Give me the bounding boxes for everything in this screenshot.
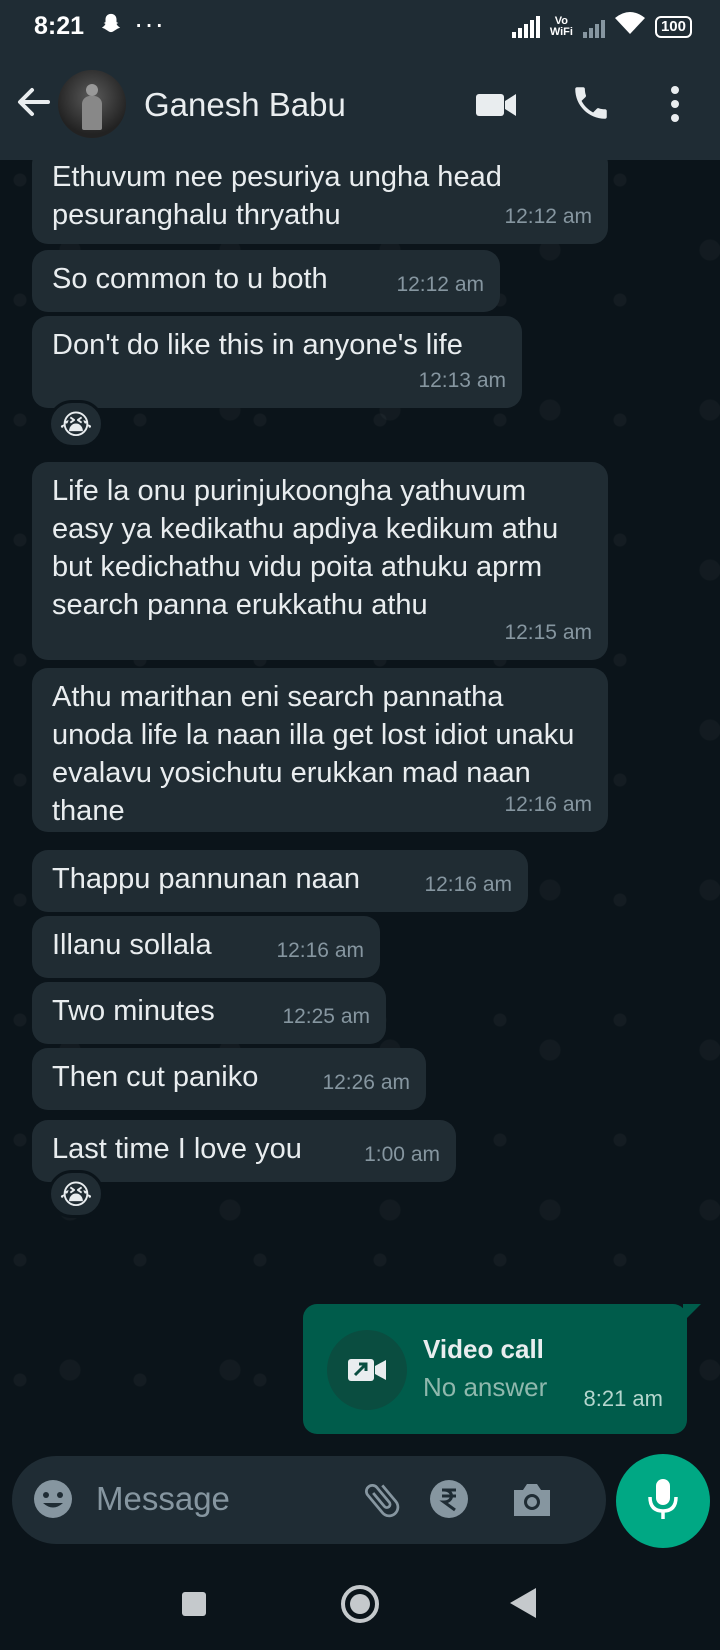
- crying-face-emoji: 😭: [59, 408, 93, 440]
- message-bubble[interactable]: Illanu sollala 12:16 am: [32, 916, 380, 978]
- wifi-icon: [614, 12, 645, 41]
- video-call-icon[interactable]: [474, 82, 518, 131]
- message-bubble[interactable]: Ethuvum nee pesuriya ungha head pesurang…: [32, 160, 608, 244]
- message-time: 12:16 am: [504, 793, 592, 816]
- message-time: 12:12 am: [396, 273, 484, 296]
- vowifi-top: Vo: [554, 14, 569, 27]
- system-navigation-bar: [0, 1560, 720, 1650]
- message-bubble[interactable]: Last time I love you 1:00 am: [32, 1120, 456, 1182]
- composer-bar: Message: [0, 1450, 720, 1560]
- message-input-field[interactable]: Message: [12, 1456, 606, 1544]
- snapchat-icon: [100, 12, 122, 41]
- vowifi-bottom: WiFi: [549, 25, 573, 38]
- message-time: 12:12 am: [504, 205, 592, 228]
- attach-icon[interactable]: [360, 1478, 404, 1527]
- message-bubble[interactable]: Life la onu purinjukoongha yathuvum easy…: [32, 462, 608, 660]
- message-bubble[interactable]: So common to u both 12:12 am: [32, 250, 500, 312]
- call-time: 8:21 am: [583, 1386, 664, 1411]
- message-time: 12:16 am: [424, 873, 512, 896]
- message-text: Don't do like this in anyone's life: [52, 329, 463, 361]
- status-time: 8:21: [34, 12, 85, 40]
- chat-header: Ganesh Babu: [0, 52, 720, 160]
- message-text: Life la onu purinjukoongha yathuvum easy…: [52, 475, 559, 621]
- message-bubble[interactable]: Two minutes 12:25 am: [32, 982, 386, 1044]
- message-time: 12:26 am: [322, 1071, 410, 1094]
- crying-face-emoji: 😭: [59, 1178, 93, 1210]
- message-text: Then cut paniko: [52, 1061, 259, 1093]
- more-options-icon[interactable]: [660, 82, 690, 131]
- home-button[interactable]: [340, 1584, 380, 1629]
- cell-signal-icon: [511, 15, 540, 38]
- message-time: 12:16 am: [276, 939, 364, 962]
- message-time: 1:00 am: [364, 1143, 440, 1166]
- message-bubble[interactable]: Don't do like this in anyone's life 12:1…: [32, 316, 522, 408]
- reaction-badge[interactable]: 😭: [48, 1170, 104, 1218]
- contact-avatar[interactable]: [58, 70, 126, 138]
- voice-call-icon[interactable]: [570, 82, 612, 129]
- more-notifications-icon: ···: [134, 8, 165, 39]
- call-status: No answer: [423, 1372, 548, 1402]
- recent-apps-button[interactable]: [180, 1590, 208, 1623]
- message-placeholder[interactable]: Message: [96, 1480, 230, 1518]
- message-time: 12:25 am: [282, 1005, 370, 1028]
- message-bubble[interactable]: Thappu pannunan naan 12:16 am: [32, 850, 528, 912]
- cell-signal-2-icon: [582, 16, 605, 38]
- status-bar: 8:21 ··· Vo WiFi 100: [0, 0, 720, 52]
- message-text: Ethuvum nee pesuriya ungha head pesurang…: [52, 161, 502, 231]
- message-text: So common to u both: [52, 263, 328, 295]
- missed-video-call-icon: [327, 1330, 407, 1410]
- microphone-icon: [646, 1477, 680, 1526]
- message-time: 12:13 am: [418, 369, 506, 392]
- back-button[interactable]: [508, 1586, 538, 1625]
- vowifi-indicator: Vo WiFi: [549, 14, 573, 38]
- battery-icon: 100: [654, 15, 692, 38]
- message-bubble[interactable]: Athu marithan eni search pannatha unoda …: [32, 668, 608, 832]
- camera-icon[interactable]: [510, 1478, 554, 1525]
- back-arrow-icon[interactable]: [14, 82, 54, 126]
- call-title: Video call: [423, 1334, 544, 1364]
- payment-rupee-icon[interactable]: [428, 1478, 470, 1525]
- chat-area[interactable]: Ethuvum nee pesuriya ungha head pesurang…: [0, 160, 720, 1450]
- message-text: Thappu pannunan naan: [52, 863, 361, 895]
- contact-name[interactable]: Ganesh Babu: [144, 86, 346, 124]
- message-text: Illanu sollala: [52, 929, 212, 961]
- message-text: Athu marithan eni search pannatha unoda …: [52, 681, 575, 827]
- voice-message-button[interactable]: [616, 1454, 710, 1548]
- reaction-badge[interactable]: 😭: [48, 400, 104, 448]
- emoji-icon[interactable]: [32, 1478, 74, 1525]
- outgoing-video-call-bubble[interactable]: Video call No answer 8:21 am: [303, 1304, 701, 1434]
- message-text: Last time I love you: [52, 1133, 302, 1165]
- message-time: 12:15 am: [504, 621, 592, 644]
- message-bubble[interactable]: Then cut paniko 12:26 am: [32, 1048, 426, 1110]
- message-text: Two minutes: [52, 995, 215, 1027]
